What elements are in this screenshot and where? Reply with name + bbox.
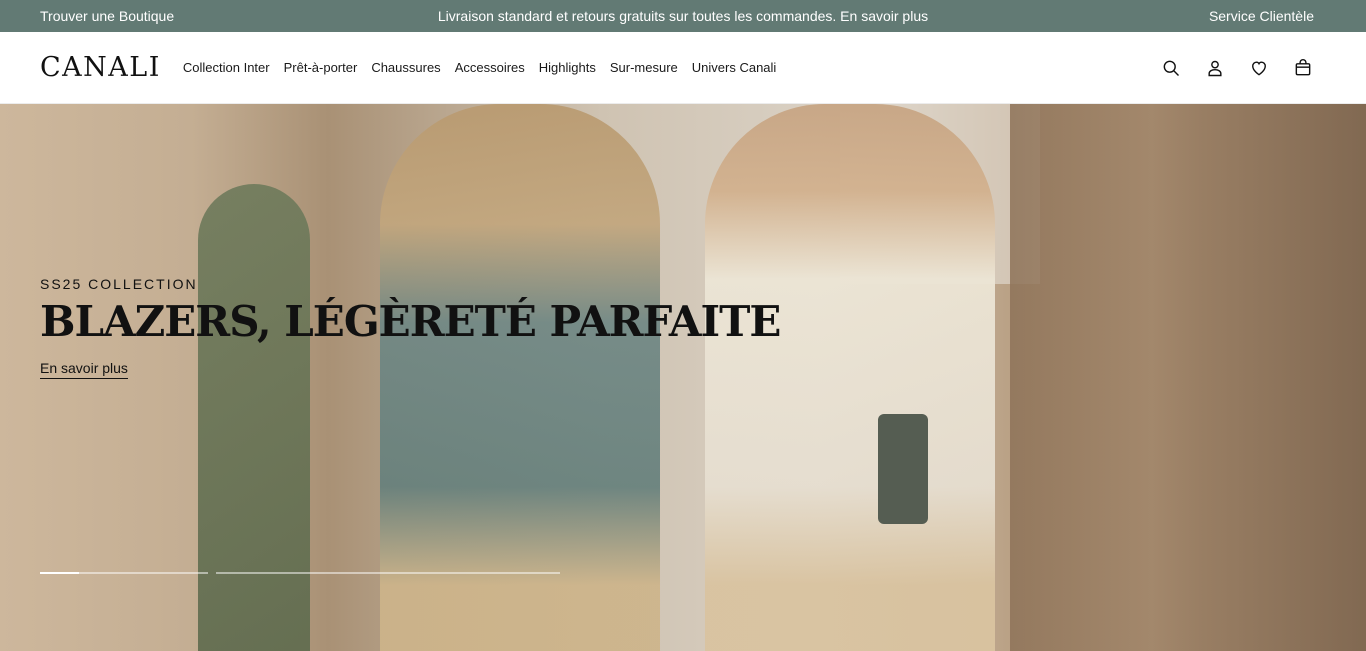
main-nav: Collection Inter Prêt-à-porter Chaussure… [183,60,776,75]
nav-item-highlights[interactable]: Highlights [539,60,596,75]
announcement-bar: Trouver une Boutique Livraison standard … [0,0,1366,32]
site-header: CANALI Collection Inter Prêt-à-porter Ch… [0,32,1366,104]
nav-item-univers-canali[interactable]: Univers Canali [692,60,777,75]
announcement-center: Livraison standard et retours gratuits s… [0,8,1366,24]
hero-title: BLAZERS, LÉGÈRETÉ PARFAITE [40,297,781,346]
find-store-link[interactable]: Trouver une Boutique [40,8,174,24]
search-icon[interactable] [1160,57,1182,79]
hero-image-crossbody-bag [878,414,928,524]
shopping-bag-icon[interactable] [1292,57,1314,79]
wishlist-heart-icon[interactable] [1248,57,1270,79]
hero-image-stone-wall [1010,104,1366,651]
header-icons [1160,57,1314,79]
nav-item-pret-a-porter[interactable]: Prêt-à-porter [284,60,358,75]
hero-eyebrow: SS25 COLLECTION [40,276,198,292]
account-icon[interactable] [1204,57,1226,79]
hero-learn-more-link[interactable]: En savoir plus [40,360,128,380]
nav-item-accessoires[interactable]: Accessoires [455,60,525,75]
slide-indicator-fill [40,572,79,574]
hero-banner[interactable]: SS25 COLLECTION BLAZERS, LÉGÈRETÉ PARFAI… [0,104,1366,651]
hero-text-block: SS25 COLLECTION BLAZERS, LÉGÈRETÉ PARFAI… [40,276,781,380]
slide-progress [40,572,560,574]
shipping-announcement-link[interactable]: Livraison standard et retours gratuits s… [438,8,928,24]
slide-indicator-2[interactable] [216,572,560,574]
nav-item-sur-mesure[interactable]: Sur-mesure [610,60,678,75]
canali-logo[interactable]: CANALI [40,54,161,81]
nav-item-collection-inter[interactable]: Collection Inter [183,60,270,75]
hero-image-door [198,184,310,651]
slide-indicator-1[interactable] [40,572,208,574]
customer-service-link[interactable]: Service Clientèle [1209,8,1314,24]
nav-item-chaussures[interactable]: Chaussures [371,60,440,75]
